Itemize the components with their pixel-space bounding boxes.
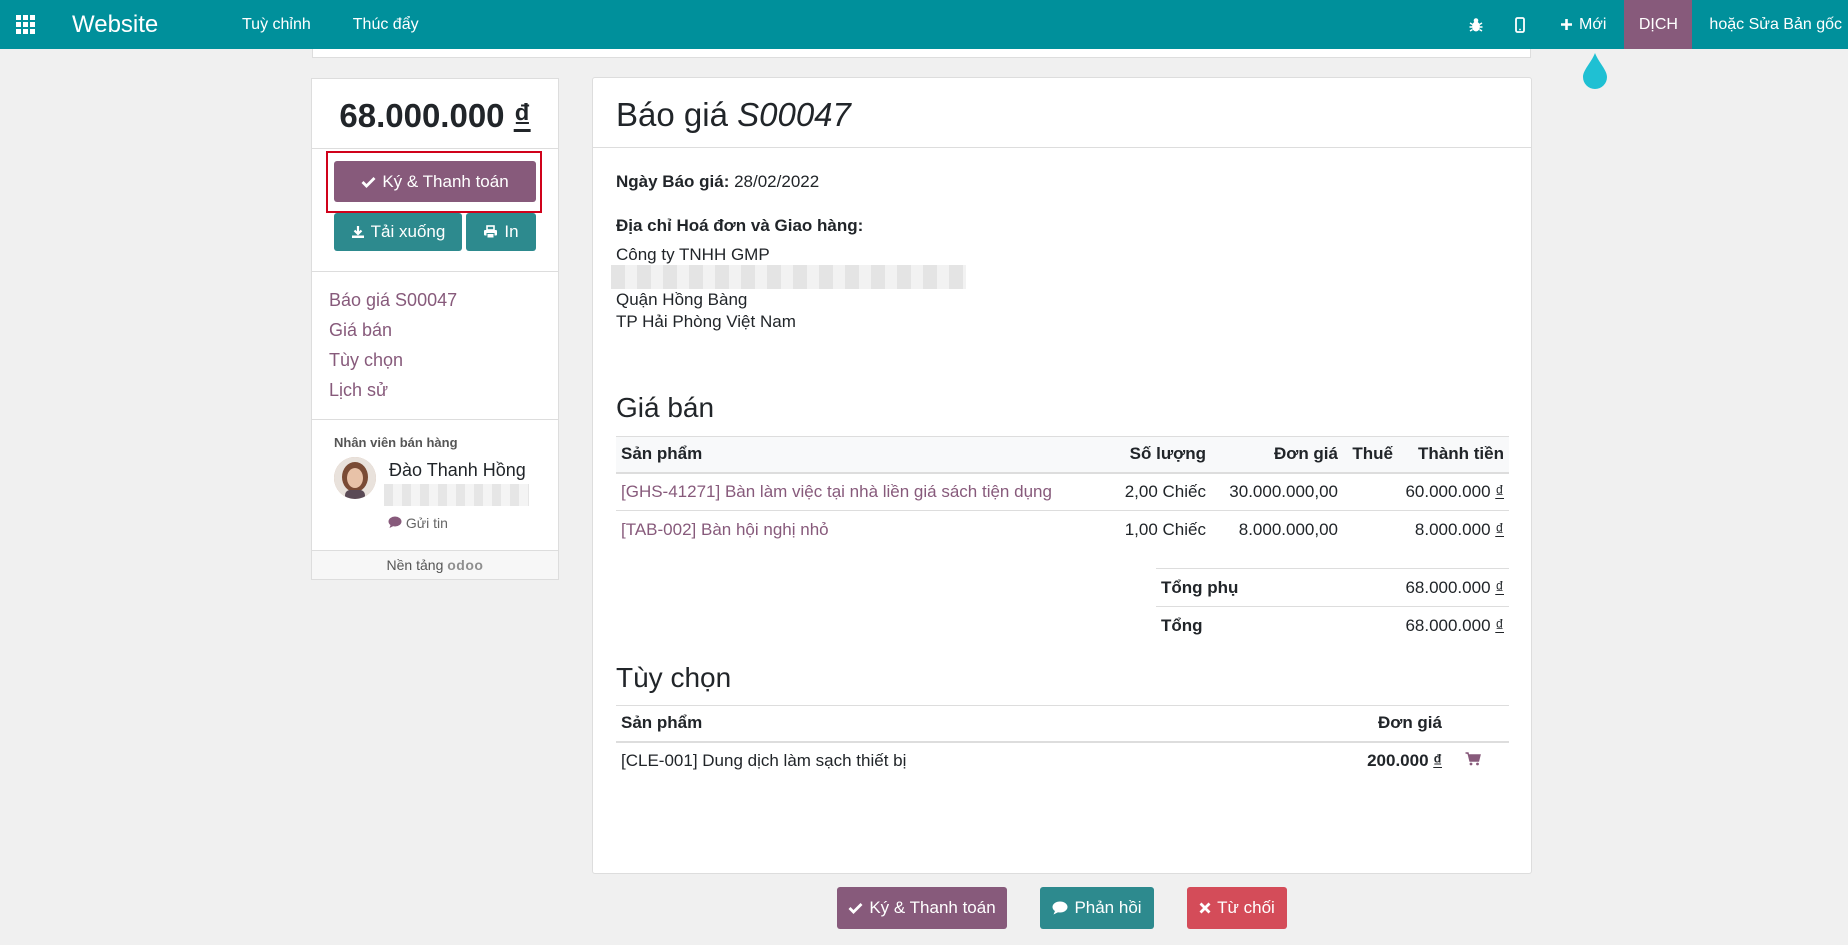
divider — [312, 148, 558, 149]
col-unit-price: Đơn giá — [1377, 713, 1442, 733]
edit-master-link[interactable]: hoặc Sửa Bản gốc — [1692, 0, 1848, 49]
col-unit-price: Đơn giá — [1273, 444, 1338, 464]
option-price: 200.000 ₫ — [1367, 751, 1442, 770]
col-action — [1447, 706, 1509, 742]
quote-date: Ngày Báo giá: 28/02/2022 — [616, 172, 820, 191]
feedback-button[interactable]: Phản hồi — [1040, 887, 1154, 929]
footer-sign-and-pay-button[interactable]: Ký & Thanh toán — [837, 887, 1007, 929]
sidebar-nav: Báo giá S00047 Giá bán Tùy chọn Lịch sử — [329, 285, 457, 405]
sidebar-link-pricing[interactable]: Giá bán — [329, 315, 457, 345]
odoo-logo[interactable]: odoo — [447, 557, 483, 573]
quote-title: Báo giá S00047 — [593, 78, 1531, 148]
table-row: [TAB-002] Bàn hội nghị nhỏ 1,00 Chiếc 8.… — [616, 511, 1509, 549]
address-city: TP Hải Phòng Việt Nam — [616, 312, 796, 331]
row-unit-price: 8.000.000,00 — [1238, 519, 1338, 539]
new-label: Mới — [1579, 15, 1607, 33]
top-navbar: Website Tuỳ chỉnh Thúc đẩy Mới DỊCH hoặc… — [0, 0, 1848, 49]
table-header-row: Sản phẩm Số lượng Đơn giá Thuế Thành tiề… — [616, 436, 1509, 473]
reject-button[interactable]: Từ chối — [1187, 887, 1287, 929]
options-table: Sản phẩm Đơn giá [CLE-001] Dung dịch làm… — [616, 705, 1509, 780]
product-link[interactable]: [TAB-002] Bàn hội nghị nhỏ — [621, 520, 829, 539]
col-product: Sản phẩm — [621, 444, 703, 464]
download-button[interactable]: Tải xuống — [334, 213, 462, 251]
drop-icon — [1583, 53, 1607, 89]
col-subtotal: Thành tiền — [1418, 444, 1504, 464]
option-product: [CLE-001] Dung dịch làm sạch thiết bị — [621, 751, 907, 770]
row-subtotal: 60.000.000 ₫ — [1405, 481, 1504, 501]
menu-customize[interactable]: Tuỳ chỉnh — [242, 16, 311, 34]
row-unit-price: 30.000.000,00 — [1229, 481, 1338, 501]
debug-button[interactable] — [1454, 0, 1498, 49]
salesperson-label: Nhân viên bán hàng — [334, 435, 458, 450]
sidebar-link-history[interactable]: Lịch sử — [329, 375, 457, 405]
row-quantity: 1,00 Chiếc — [1124, 519, 1206, 539]
add-to-cart-icon[interactable] — [1465, 751, 1481, 771]
plus-icon — [1561, 19, 1573, 30]
row-subtotal: 8.000.000 ₫ — [1414, 519, 1504, 539]
menu-promote[interactable]: Thúc đẩy — [353, 16, 419, 34]
print-button[interactable]: In — [466, 213, 536, 251]
divider — [312, 419, 558, 420]
bug-icon — [1469, 17, 1483, 32]
sidebar-link-options[interactable]: Tùy chọn — [329, 345, 457, 375]
sign-and-pay-button[interactable]: Ký & Thanh toán — [334, 161, 536, 202]
powered-by-footer: Nền tảng odoo — [312, 550, 558, 579]
row-tax — [1343, 473, 1398, 511]
grid-icon — [15, 15, 35, 34]
app-brand[interactable]: Website — [72, 11, 222, 39]
address-district: Quận Hồng Bàng — [616, 290, 748, 309]
pricing-section-title: Giá bán — [616, 392, 715, 423]
print-icon — [484, 225, 498, 239]
address-company: Công ty TNHH GMP — [616, 245, 770, 264]
quote-card: Báo giá S00047 Ngày Báo giá: 28/02/2022 … — [592, 77, 1532, 874]
apps-menu-button[interactable] — [0, 0, 50, 49]
table-row: [CLE-001] Dung dịch làm sạch thiết bị 20… — [616, 742, 1509, 780]
quote-sidebar: 68.000.000 ₫ Ký & Thanh toán Tải xuống I… — [311, 78, 559, 580]
comment-icon — [388, 516, 402, 528]
divider — [312, 271, 558, 272]
sidebar-link-quote[interactable]: Báo giá S00047 — [329, 285, 457, 315]
content-top-strip — [312, 49, 1531, 58]
address-street-redacted — [611, 265, 966, 289]
subtotal-row: Tổng phụ 68.000.000 ₫ — [1156, 568, 1509, 606]
col-product: Sản phẩm — [621, 713, 703, 733]
product-link[interactable]: [GHS-41271] Bàn làm việc tại nhà liền gi… — [621, 482, 1052, 501]
salesperson-avatar — [334, 457, 376, 499]
options-section-title: Tùy chọn — [616, 662, 732, 693]
address-label: Địa chỉ Hoá đơn và Giao hàng: — [616, 216, 864, 235]
mobile-preview-button[interactable] — [1498, 0, 1542, 49]
check-icon — [361, 176, 376, 188]
comment-icon — [1052, 901, 1068, 915]
new-content-button[interactable]: Mới — [1542, 0, 1624, 49]
col-tax: Thuế — [1352, 444, 1393, 464]
row-tax — [1343, 511, 1398, 549]
salesperson-contact-redacted — [384, 484, 529, 506]
sidebar-total-amount: 68.000.000 ₫ — [339, 97, 531, 134]
table-header-row: Sản phẩm Đơn giá — [616, 705, 1509, 742]
check-icon — [848, 903, 863, 914]
total-row: Tổng 68.000.000 ₫ — [1156, 606, 1509, 644]
translate-button[interactable]: DỊCH — [1624, 0, 1693, 49]
col-quantity: Số lượng — [1129, 444, 1206, 464]
table-row: [GHS-41271] Bàn làm việc tại nhà liền gi… — [616, 473, 1509, 511]
totals-block: Tổng phụ 68.000.000 ₫ Tổng 68.000.000 ₫ — [1156, 568, 1509, 644]
send-message-link[interactable]: Gửi tin — [388, 515, 448, 531]
pricing-table: Sản phẩm Số lượng Đơn giá Thuế Thành tiề… — [616, 436, 1509, 549]
row-quantity: 2,00 Chiếc — [1124, 481, 1206, 501]
close-icon — [1199, 902, 1211, 914]
download-icon — [351, 226, 364, 238]
mobile-icon — [1515, 16, 1525, 33]
salesperson-name: Đào Thanh Hồng — [389, 460, 526, 480]
